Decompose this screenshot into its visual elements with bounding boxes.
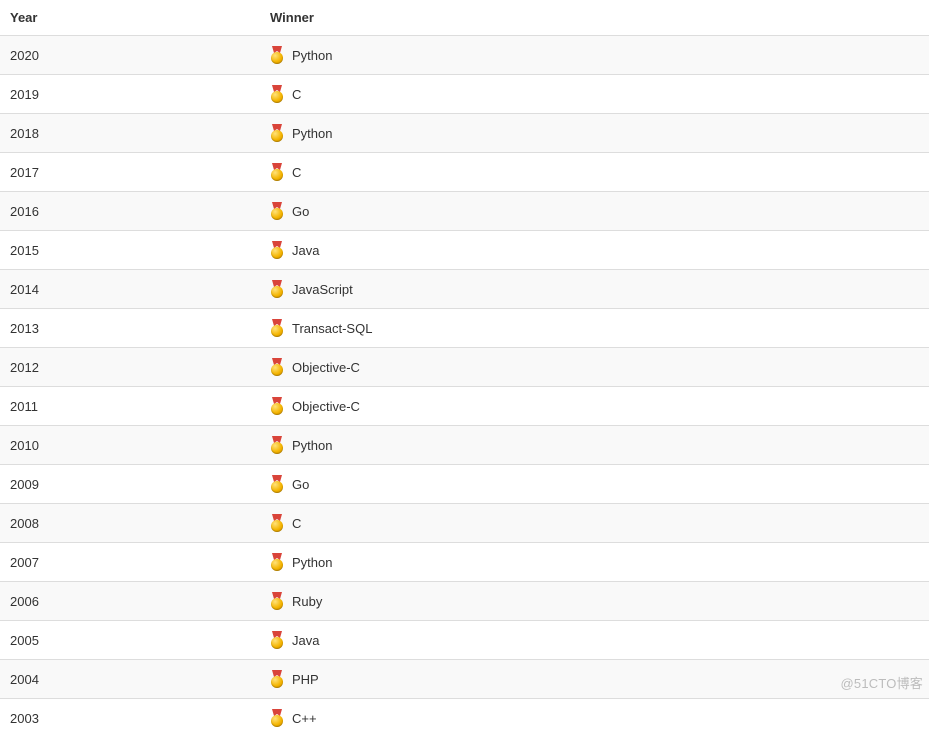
cell-year: 2003 (0, 699, 260, 737)
cell-year: 2008 (0, 504, 260, 543)
medal-icon (270, 202, 284, 220)
winner-label: Python (292, 48, 332, 63)
cell-winner: Python (260, 36, 929, 75)
medal-icon (270, 280, 284, 298)
cell-winner: Go (260, 465, 929, 504)
winners-table: Year Winner 2020Python2019C2018Python201… (0, 0, 929, 737)
table-row: 2005 Java (0, 621, 929, 660)
medal-icon (270, 397, 284, 415)
medal-icon (270, 358, 284, 376)
cell-winner: C++ (260, 699, 929, 737)
medal-icon (270, 85, 284, 103)
winner-label: Ruby (292, 594, 322, 609)
winner-label: Objective-C (292, 360, 360, 375)
cell-winner: PHP (260, 660, 929, 699)
table-row: 2015 Java (0, 231, 929, 270)
header-year: Year (0, 0, 260, 36)
cell-year: 2010 (0, 426, 260, 465)
table-row: 2007 Python (0, 543, 929, 582)
table-row: 2017 C (0, 153, 929, 192)
winner-label: Transact-SQL (292, 321, 372, 336)
medal-icon (270, 319, 284, 337)
winner-label: Python (292, 555, 332, 570)
cell-winner: JavaScript (260, 270, 929, 309)
winner-label: C (292, 87, 301, 102)
cell-year: 2012 (0, 348, 260, 387)
medal-icon (270, 631, 284, 649)
winner-label: Objective-C (292, 399, 360, 414)
cell-year: 2011 (0, 387, 260, 426)
cell-winner: C (260, 153, 929, 192)
cell-winner: Java (260, 231, 929, 270)
cell-winner: Ruby (260, 582, 929, 621)
cell-winner: C (260, 504, 929, 543)
winner-label: C (292, 165, 301, 180)
cell-winner: C (260, 75, 929, 114)
table-row: 2018 Python (0, 114, 929, 153)
winner-label: JavaScript (292, 282, 353, 297)
cell-year: 2009 (0, 465, 260, 504)
cell-winner: Java (260, 621, 929, 660)
table-row: 2016 Go (0, 192, 929, 231)
cell-year: 2004 (0, 660, 260, 699)
winner-label: Python (292, 126, 332, 141)
winner-label: C++ (292, 711, 317, 726)
table-row: 2009 Go (0, 465, 929, 504)
cell-year: 2006 (0, 582, 260, 621)
winner-label: Java (292, 633, 319, 648)
table-row: 2008 C (0, 504, 929, 543)
cell-year: 2015 (0, 231, 260, 270)
cell-year: 2018 (0, 114, 260, 153)
table-row: 2010 Python (0, 426, 929, 465)
table-row: 2014 JavaScript (0, 270, 929, 309)
table-row: 2003 C++ (0, 699, 929, 737)
header-winner: Winner (260, 0, 929, 36)
medal-icon (270, 553, 284, 571)
medal-icon (270, 592, 284, 610)
medal-icon (270, 163, 284, 181)
cell-year: 2016 (0, 192, 260, 231)
cell-winner: Objective-C (260, 387, 929, 426)
cell-winner: Objective-C (260, 348, 929, 387)
medal-icon (270, 670, 284, 688)
medal-icon (270, 709, 284, 727)
cell-winner: Go (260, 192, 929, 231)
table-row: 2012 Objective-C (0, 348, 929, 387)
cell-year: 2005 (0, 621, 260, 660)
cell-year: 2020 (0, 36, 260, 75)
medal-icon (270, 436, 284, 454)
winner-label: Java (292, 243, 319, 258)
table-row: 2011 Objective-C (0, 387, 929, 426)
winner-label: Python (292, 438, 332, 453)
winner-label: Go (292, 477, 309, 492)
winner-label: Go (292, 204, 309, 219)
medal-icon (270, 514, 284, 532)
cell-year: 2014 (0, 270, 260, 309)
cell-year: 2013 (0, 309, 260, 348)
table-row: 2013 Transact-SQL (0, 309, 929, 348)
cell-year: 2017 (0, 153, 260, 192)
cell-year: 2007 (0, 543, 260, 582)
medal-icon (270, 46, 284, 64)
cell-winner: Python (260, 114, 929, 153)
medal-icon (270, 475, 284, 493)
winner-label: PHP (292, 672, 319, 687)
cell-winner: Python (260, 426, 929, 465)
medal-icon (270, 241, 284, 259)
winner-label: C (292, 516, 301, 531)
cell-winner: Python (260, 543, 929, 582)
table-row: 2020 Python (0, 36, 929, 75)
medal-icon (270, 124, 284, 142)
cell-year: 2019 (0, 75, 260, 114)
table-row: 2004 PHP (0, 660, 929, 699)
cell-winner: Transact-SQL (260, 309, 929, 348)
table-row: 2006 Ruby (0, 582, 929, 621)
table-row: 2019 C (0, 75, 929, 114)
